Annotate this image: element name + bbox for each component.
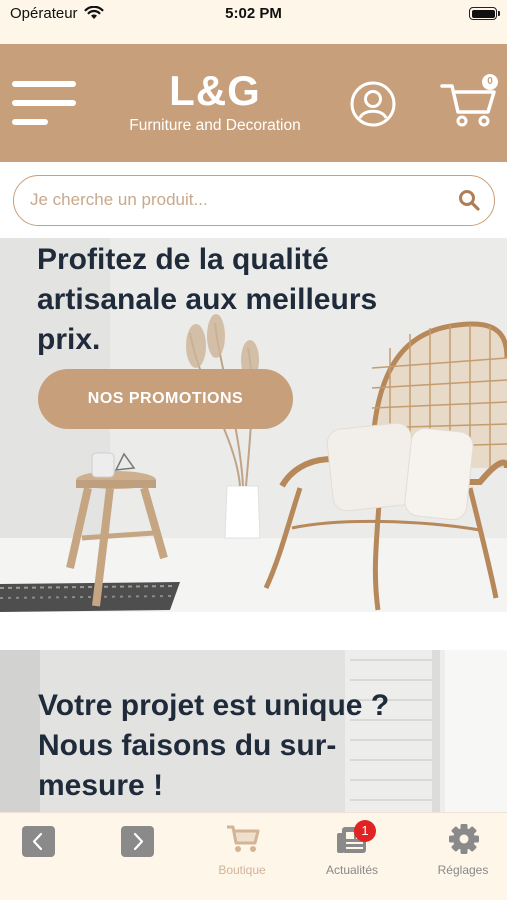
cart-icon: [227, 825, 260, 852]
menu-icon-bar: [12, 100, 76, 106]
logo-title[interactable]: L&G: [120, 68, 310, 114]
battery-icon: [469, 7, 500, 20]
tab-actualites[interactable]: 1 Actualités: [307, 820, 397, 889]
tab-boutique-label: Boutique: [218, 863, 266, 877]
menu-button[interactable]: [12, 81, 76, 127]
tab-reglages[interactable]: Réglages: [418, 823, 507, 889]
chevron-left-icon: [32, 832, 43, 851]
news-count-badge: 1: [354, 820, 376, 842]
menu-icon-bar: [12, 81, 76, 87]
promo-banner-title: Profitez de la qualité artisanale aux me…: [37, 243, 378, 356]
tab-boutique[interactable]: Boutique: [197, 823, 287, 889]
search-input[interactable]: [30, 177, 430, 223]
custom-project-title: Votre projet est unique ? Nous faisons d…: [38, 689, 390, 802]
bottom-tab-bar: Boutique 1 Actualités Réglages: [0, 812, 507, 900]
promo-banner[interactable]: Profitez de la qualité artisanale aux me…: [0, 238, 507, 612]
custom-project-banner[interactable]: Votre projet est unique ? Nous faisons d…: [0, 650, 507, 812]
menu-icon-bar: [12, 119, 48, 125]
cart-count-badge: 0: [482, 74, 498, 90]
section-spacer: [0, 612, 507, 650]
tab-reglages-label: Réglages: [437, 863, 489, 877]
search-icon[interactable]: [458, 189, 480, 211]
search-box: [13, 175, 495, 226]
gear-icon: [449, 824, 479, 854]
logo-subtitle: Furniture and Decoration: [129, 117, 301, 134]
promotions-button[interactable]: NOS PROMOTIONS: [38, 369, 293, 429]
search-bar: [0, 162, 507, 238]
tab-actualites-label: Actualités: [325, 863, 379, 877]
forward-button[interactable]: [121, 826, 154, 857]
clock: 5:02 PM: [225, 5, 282, 22]
chevron-right-icon: [133, 832, 144, 851]
status-bar: Opérateur 5:02 PM: [0, 0, 507, 44]
app-header: L&G Furniture and Decoration 0: [0, 44, 507, 162]
back-button[interactable]: [22, 826, 55, 857]
account-icon[interactable]: [349, 80, 397, 128]
